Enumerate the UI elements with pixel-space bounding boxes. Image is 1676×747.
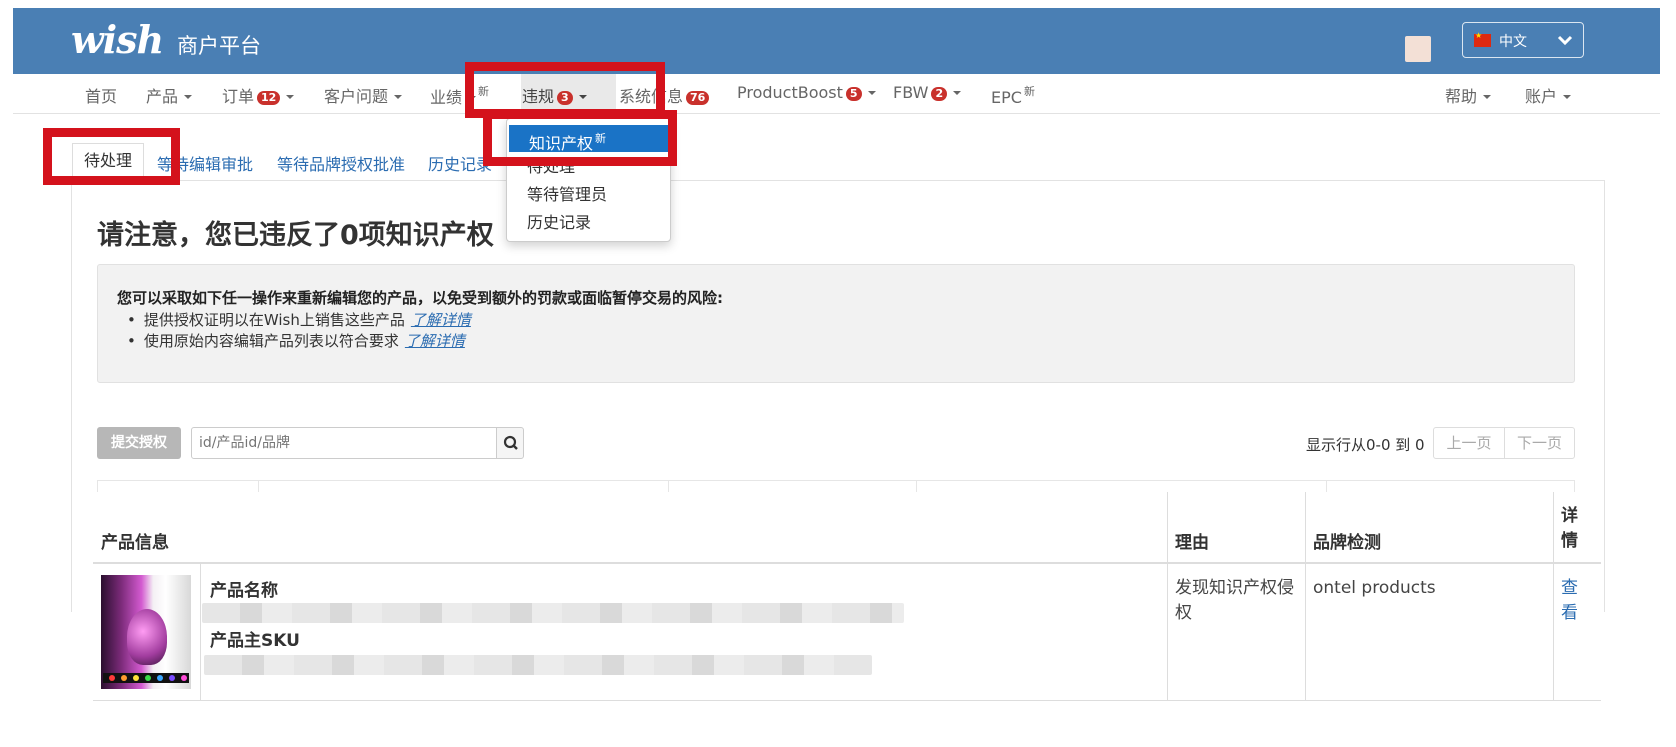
notice-item: • 提供授权证明以在Wish上销售这些产品 了解详情 (127, 309, 471, 330)
nav-performance-label: 业绩 (430, 88, 463, 107)
wish-logo[interactable]: wish (71, 17, 164, 62)
reason-text: 发现知识产权侵权 (1175, 578, 1294, 623)
productboost-badge: 5 (845, 87, 862, 101)
nav-epc[interactable]: EPC 新 (991, 83, 1035, 107)
next-page-button[interactable]: 下一页 (1504, 427, 1575, 459)
nav-productboost[interactable]: ProductBoost 5 (737, 83, 876, 102)
brand-text: ontel products (1313, 578, 1436, 598)
view-details-link[interactable]: 查看 (1561, 576, 1581, 626)
header-reason: 理由 (1175, 533, 1209, 553)
nav-customer-issues-label: 客户问题 (324, 87, 389, 106)
row-range-text: 显示行从0-0 到 0 (1306, 436, 1425, 454)
prev-page-button[interactable]: 上一页 (1433, 427, 1505, 459)
nav-account[interactable]: 账户 (1525, 83, 1572, 107)
notice-title: 您可以采取如下任一操作来重新编辑您的产品，以免受到额外的罚款或面临暂停交易的风险… (117, 289, 724, 307)
bullet-icon: • (127, 332, 136, 350)
chevron-down-icon (1555, 31, 1575, 49)
product-thumbnail[interactable] (101, 575, 191, 689)
table-header: 产品信息 理由 品牌检测 详情 (93, 492, 1601, 564)
dropdown-item-awaiting-admin[interactable]: 等待管理员 (507, 181, 670, 208)
notice-box: 您可以采取如下任一操作来重新编辑您的产品，以免受到额外的罚款或面临暂停交易的风险… (97, 264, 1575, 383)
learn-more-link[interactable]: 了解详情 (405, 332, 465, 350)
system-info-badge: 76 (686, 91, 710, 105)
nav-home-label: 首页 (85, 87, 118, 106)
product-name-value-blurred (202, 603, 904, 623)
notice-item-text: 使用原始内容编辑产品列表以符合要求 (143, 332, 399, 350)
header-product-info: 产品信息 (101, 533, 169, 553)
header-details: 详情 (1561, 506, 1578, 551)
new-tag: 新 (1023, 85, 1035, 98)
nav-productboost-label: ProductBoost (737, 83, 843, 102)
avatar[interactable] (1405, 36, 1431, 62)
product-sku-label: 产品主SKU (210, 631, 300, 651)
language-label: 中文 (1499, 34, 1527, 50)
nav-fbw-label: FBW (893, 83, 929, 102)
search-icon (503, 435, 518, 450)
page: wish 商户平台 中文 首页 产品 订单12 客户问题 业绩新 违规3 系统信… (0, 0, 1676, 747)
nav-orders-label: 订单 (222, 87, 255, 106)
highlight-box-pending-tab (43, 128, 180, 185)
nav-products-label: 产品 (146, 87, 179, 106)
nav-products[interactable]: 产品 (146, 83, 193, 107)
main-nav: 首页 产品 订单 12 客户问题 业绩新 违规 3 系统信息 76 ProductBo… (13, 74, 1660, 114)
dropdown-item-history[interactable]: 历史记录 (507, 209, 670, 236)
nav-help[interactable]: 帮助 (1445, 83, 1492, 107)
table-row: 产品名称 产品主SKU 发现知识产权侵权 ontel products 查看 (93, 564, 1601, 701)
caret-down-icon (286, 95, 295, 99)
header-brand-detection: 品牌检测 (1313, 533, 1381, 553)
table-header-ghost (97, 480, 1575, 493)
nav-account-label: 账户 (1525, 87, 1558, 106)
submit-authorization-button[interactable]: 提交授权 (97, 427, 181, 459)
caret-down-icon (867, 91, 876, 95)
fbw-badge: 2 (931, 87, 948, 101)
language-select[interactable]: 中文 (1462, 22, 1584, 58)
search-button[interactable] (496, 427, 524, 459)
tab-awaiting-brand[interactable]: 等待品牌授权批准 (277, 151, 405, 175)
china-flag-icon (1474, 31, 1491, 47)
top-header: wish 商户平台 中文 (13, 8, 1660, 74)
violations-table: 产品信息 理由 品牌检测 详情 产品名称 产品主SKU 发现知识产权侵权 ont… (93, 492, 1601, 701)
caret-down-icon (394, 95, 403, 99)
product-name-label: 产品名称 (210, 581, 278, 601)
nav-home[interactable]: 首页 (85, 83, 117, 107)
orders-badge: 12 (257, 91, 281, 105)
column-divider (200, 564, 201, 701)
caret-down-icon (1483, 95, 1492, 99)
caret-down-icon (1563, 95, 1572, 99)
nav-customer-issues[interactable]: 客户问题 (324, 83, 403, 107)
caret-down-icon (184, 95, 193, 99)
nav-help-label: 帮助 (1445, 87, 1478, 106)
nav-fbw[interactable]: FBW 2 (893, 83, 962, 102)
highlight-box-ip-menu (483, 110, 677, 166)
nav-epc-label: EPC (991, 88, 1022, 107)
platform-title: 商户平台 (177, 34, 261, 58)
notice-item: • 使用原始内容编辑产品列表以符合要求 了解详情 (127, 330, 465, 351)
caret-down-icon (953, 91, 962, 95)
notice-item-text: 提供授权证明以在Wish上销售这些产品 (143, 311, 405, 329)
nav-orders[interactable]: 订单 12 (222, 83, 295, 107)
search-input[interactable] (191, 427, 497, 459)
learn-more-link[interactable]: 了解详情 (411, 311, 471, 329)
page-title: 请注意，您已违反了0项知识产权 (97, 220, 494, 251)
bullet-icon: • (127, 311, 136, 329)
product-sku-value-blurred (204, 655, 872, 675)
